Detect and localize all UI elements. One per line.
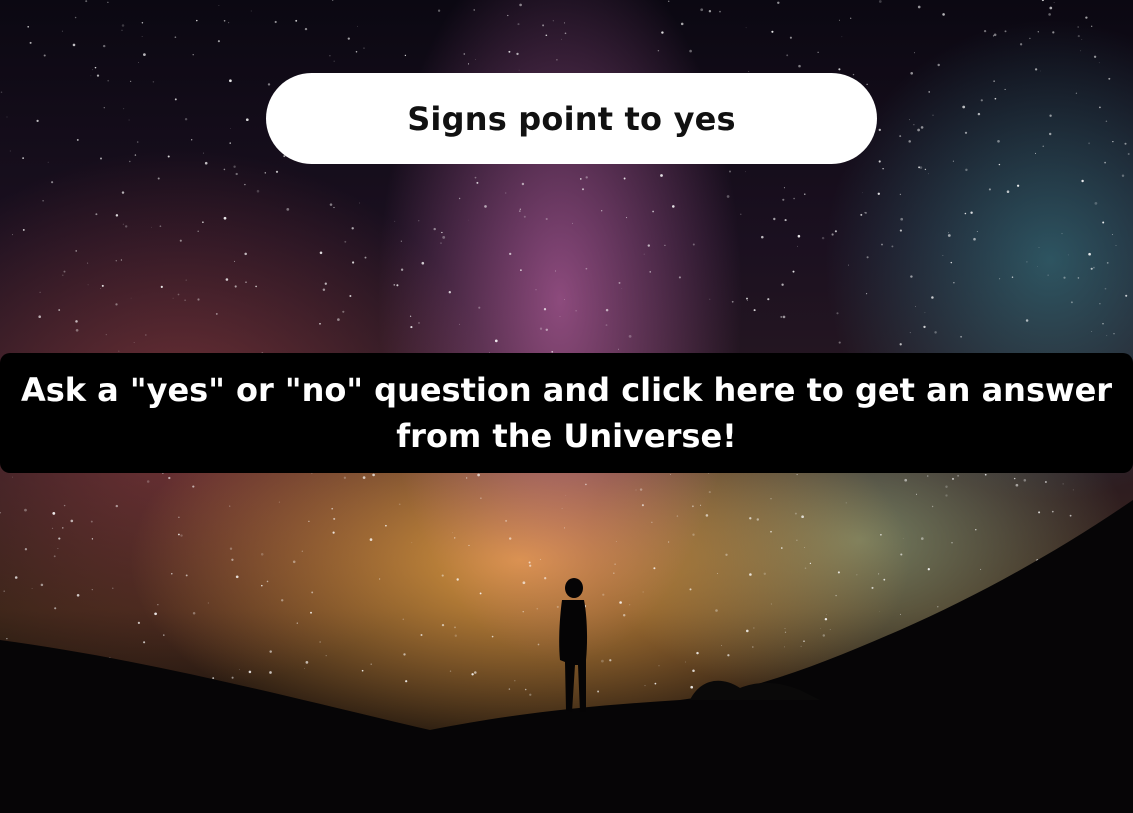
ask-universe-button[interactable]: Ask a "yes" or "no" question and click h… bbox=[0, 353, 1133, 473]
page: Signs point to yes Ask a "yes" or "no" q… bbox=[0, 0, 1133, 813]
person-silhouette bbox=[559, 578, 588, 712]
answer-text: Signs point to yes bbox=[407, 99, 736, 138]
ask-prompt-text: Ask a "yes" or "no" question and click h… bbox=[20, 371, 1113, 455]
answer-display: Signs point to yes bbox=[266, 73, 877, 164]
